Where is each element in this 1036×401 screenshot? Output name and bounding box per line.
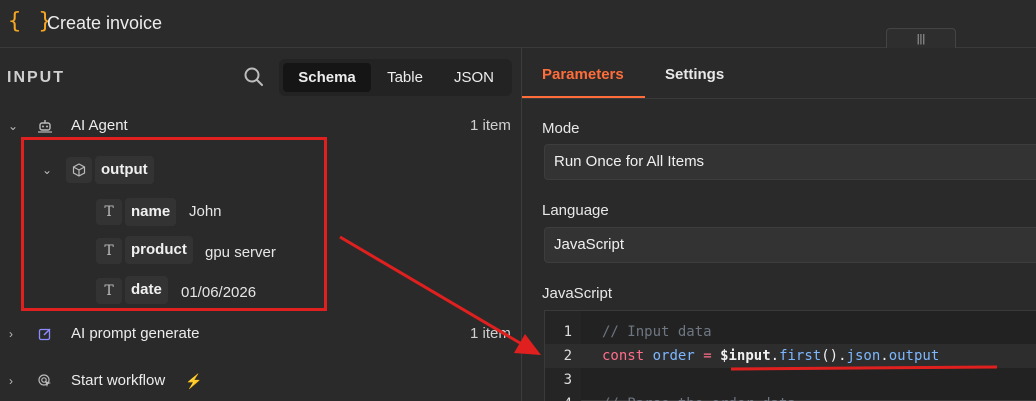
tab-table[interactable]: Table bbox=[375, 63, 435, 92]
title-bar: { } Create invoice ||| bbox=[0, 0, 1036, 49]
code-expression: $input bbox=[720, 348, 771, 364]
language-label: Language bbox=[542, 202, 609, 219]
chevron-down-icon[interactable]: ⌄ bbox=[8, 111, 18, 141]
search-icon[interactable] bbox=[243, 66, 265, 88]
line-number: 1 bbox=[563, 324, 572, 340]
tab-json[interactable]: JSON bbox=[441, 63, 507, 92]
code-text: // Input data bbox=[602, 324, 712, 340]
pointer-click-icon bbox=[32, 368, 58, 394]
robot-icon bbox=[32, 113, 58, 139]
code-function: first bbox=[779, 348, 822, 364]
node-name: Start workflow bbox=[71, 372, 166, 389]
code-line[interactable]: 2 const order = $input.first().json.outp… bbox=[545, 344, 1036, 368]
tab-parameters[interactable]: Parameters bbox=[542, 66, 624, 83]
code-label: JavaScript bbox=[542, 285, 613, 302]
code-dot: . bbox=[838, 348, 847, 364]
line-number: 2 bbox=[563, 348, 572, 364]
code-dot: . bbox=[880, 348, 889, 364]
mode-select[interactable]: Run Once for All Items bbox=[544, 144, 1036, 180]
code-editor[interactable]: 1 // Input data 2 const order = $input.f… bbox=[544, 310, 1036, 401]
language-select[interactable]: JavaScript bbox=[544, 227, 1036, 263]
view-tabs: Schema Table JSON bbox=[279, 59, 512, 96]
code-line[interactable]: 1 // Input data bbox=[545, 320, 1036, 344]
chevron-right-icon[interactable]: › bbox=[9, 319, 13, 349]
input-panel-title: INPUT bbox=[7, 69, 65, 86]
node-name: AI prompt generate bbox=[71, 325, 200, 342]
active-tab-indicator bbox=[522, 96, 645, 98]
page-title: Create invoice bbox=[47, 13, 163, 33]
code-dot: . bbox=[770, 348, 780, 364]
panel-resize-handle[interactable]: ||| bbox=[886, 28, 956, 49]
line-number: 4 bbox=[545, 392, 572, 401]
code-variable: order bbox=[652, 348, 695, 364]
code-property: output bbox=[888, 348, 940, 364]
parameters-panel: Parameters Settings Mode Run Once for Al… bbox=[522, 48, 1036, 401]
annotation-highlight-box bbox=[21, 137, 327, 311]
code-text: // Parse the order data bbox=[602, 392, 796, 401]
tab-schema[interactable]: Schema bbox=[283, 63, 371, 92]
code-line[interactable]: 3 bbox=[545, 368, 1036, 392]
tree-node-start-workflow[interactable]: › Start workflow ⚡ bbox=[0, 366, 521, 396]
code-line[interactable]: 4 // Parse the order data bbox=[545, 392, 1036, 401]
code-property: json bbox=[846, 348, 881, 364]
tabs-divider bbox=[522, 98, 1036, 99]
tab-settings[interactable]: Settings bbox=[665, 66, 724, 83]
item-count: 1 item bbox=[470, 325, 511, 342]
line-number: 3 bbox=[563, 372, 572, 388]
code-text: const order = $input.first().json.output bbox=[602, 344, 939, 368]
edit-icon bbox=[32, 321, 58, 347]
code-keyword: const bbox=[602, 348, 645, 364]
chevron-right-icon[interactable]: › bbox=[9, 366, 13, 396]
code-operator: = bbox=[703, 348, 712, 364]
code-paren: () bbox=[821, 348, 839, 364]
mode-label: Mode bbox=[542, 120, 580, 137]
lightning-icon: ⚡ bbox=[185, 373, 203, 389]
item-count: 1 item bbox=[470, 117, 511, 134]
tree-node-ai-prompt-generate[interactable]: › AI prompt generate 1 item bbox=[0, 319, 521, 349]
